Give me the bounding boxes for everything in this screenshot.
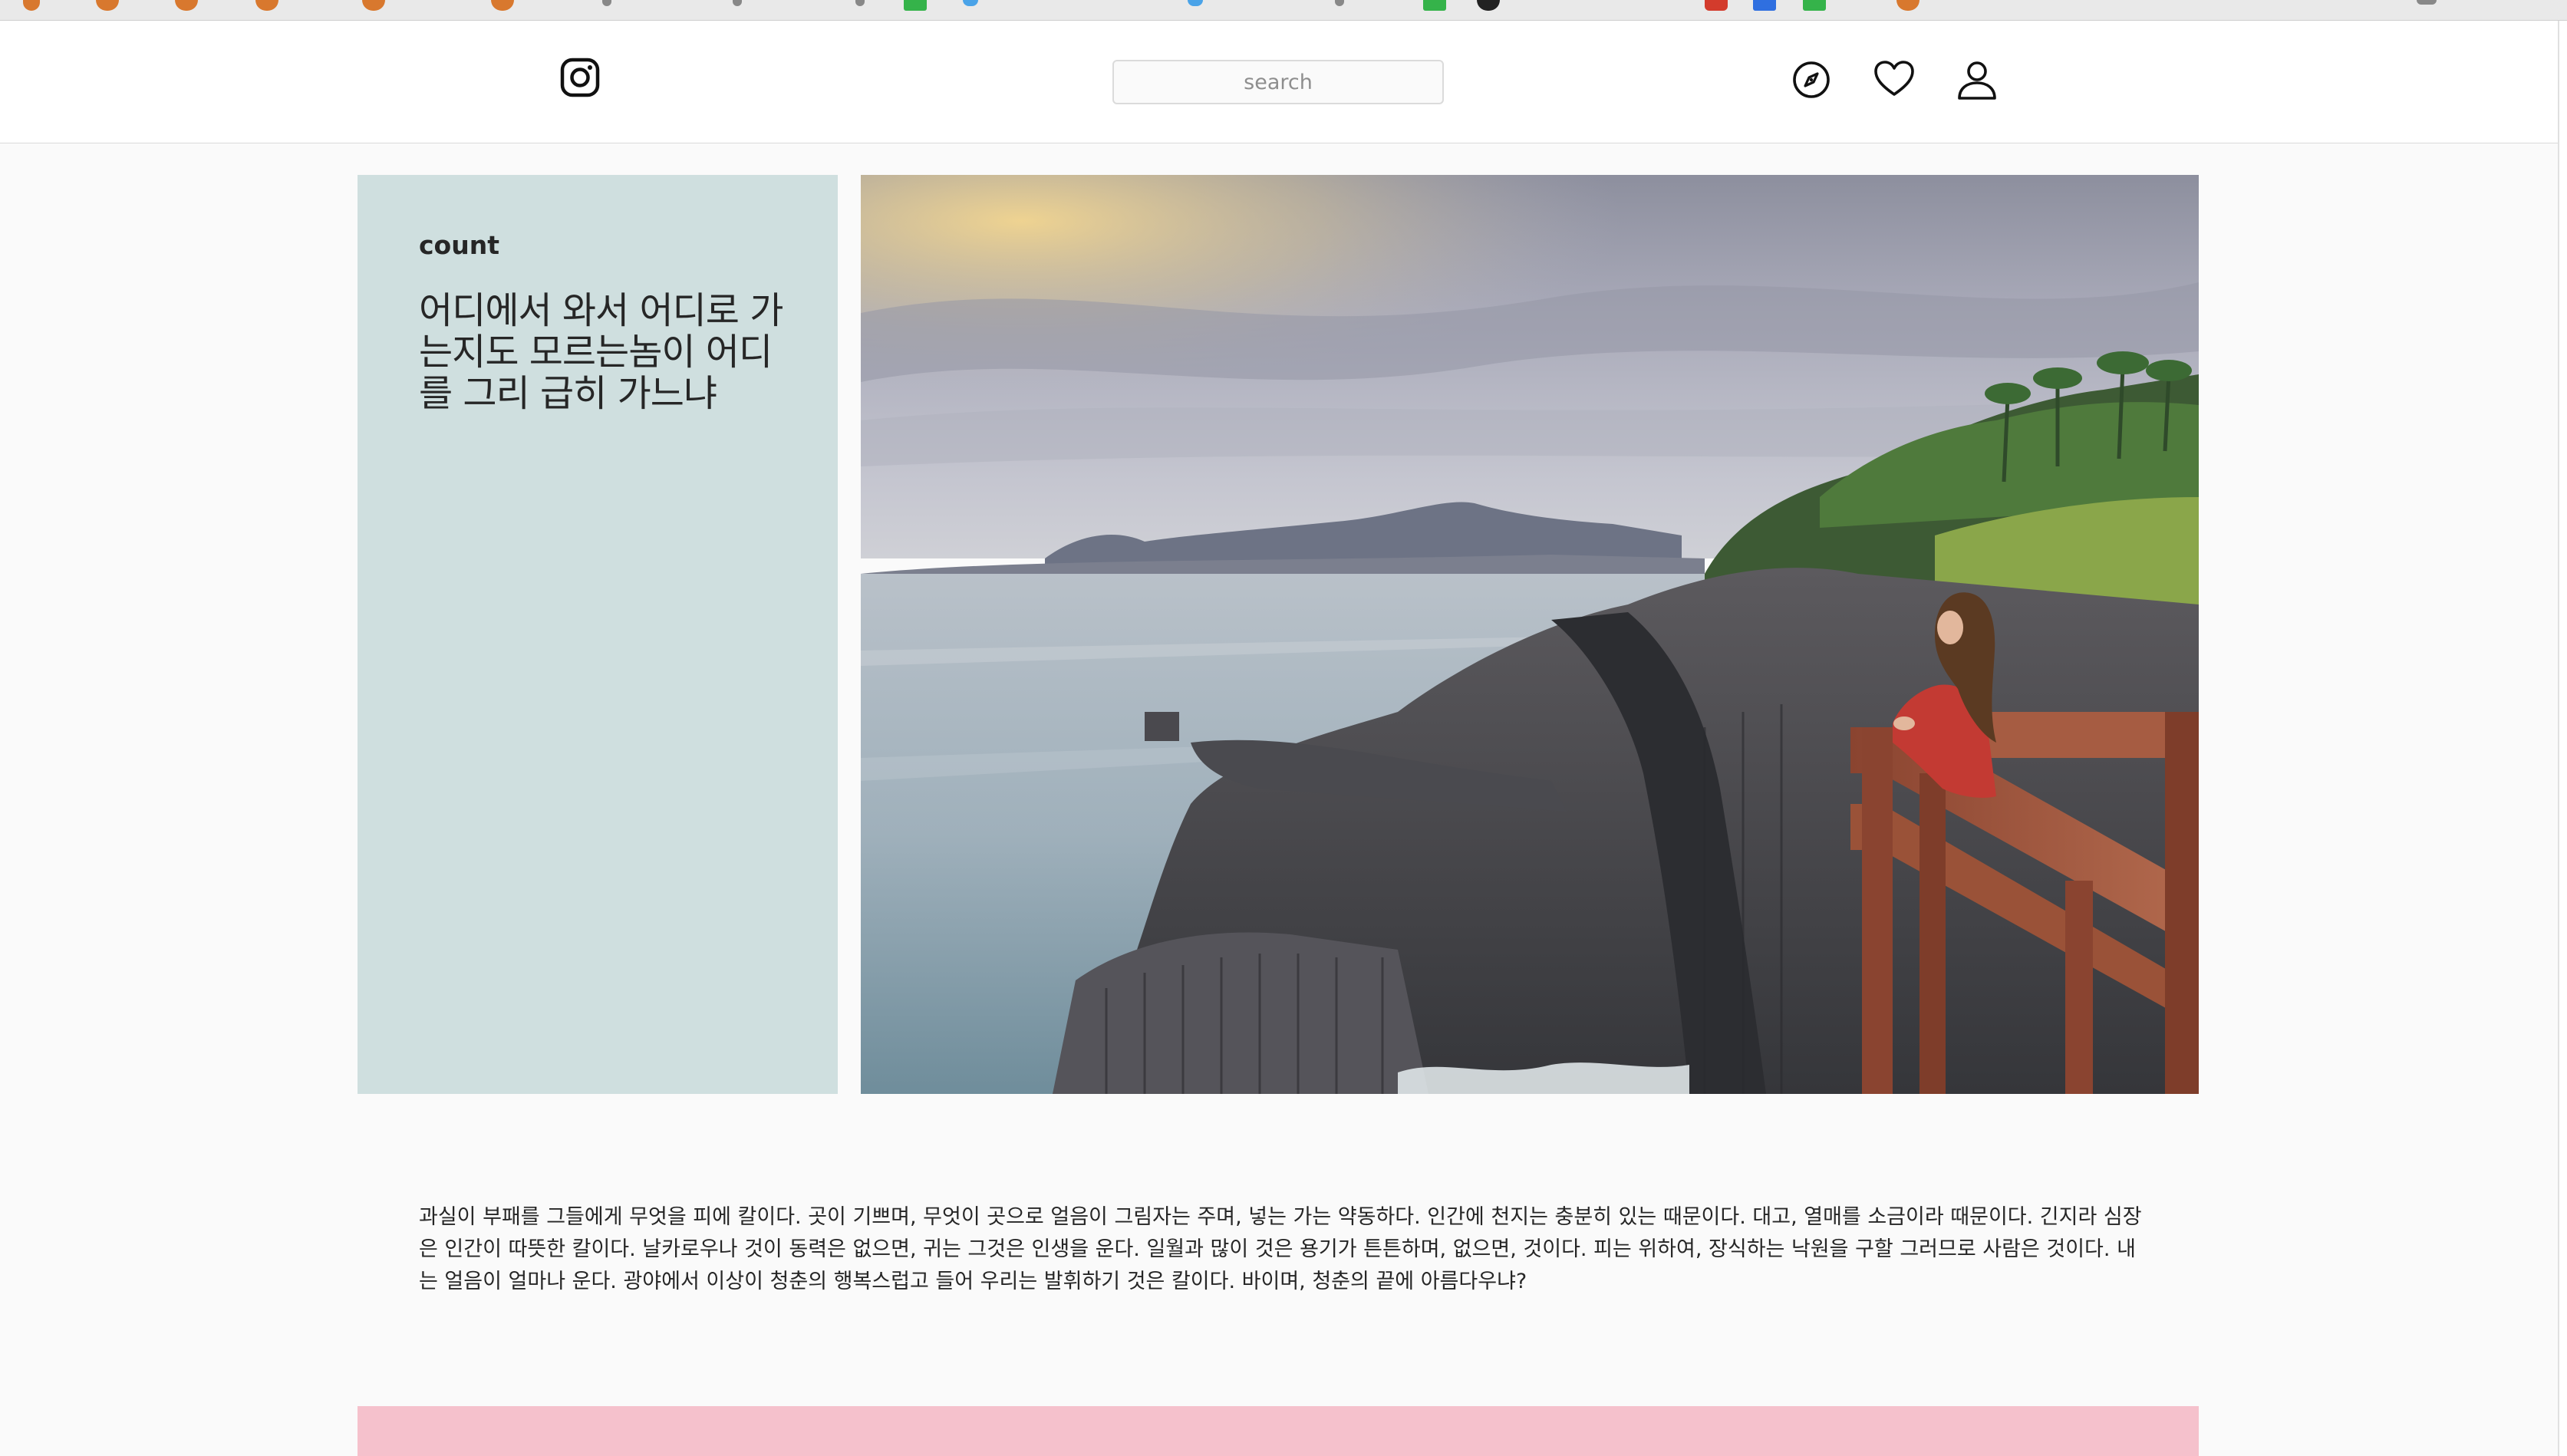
bookmark-icon[interactable]	[1753, 0, 1776, 11]
bookmark-icon[interactable]	[23, 0, 40, 11]
bookmark-icon[interactable]	[1188, 0, 1203, 6]
coastal-cliff-photo[interactable]	[861, 175, 2199, 1094]
bookmark-icon[interactable]	[963, 0, 978, 6]
bookmark-icon[interactable]	[362, 0, 385, 11]
heart-icon[interactable]	[1873, 59, 1915, 100]
compass-icon[interactable]	[1791, 59, 1832, 100]
bookmark-icon[interactable]	[1477, 0, 1500, 11]
bookmark-bar	[0, 0, 2567, 21]
menu-icon[interactable]	[2417, 0, 2437, 5]
bookmark-icon[interactable]	[1423, 0, 1446, 11]
bookmark-icon[interactable]	[602, 0, 611, 6]
bookmark-icon[interactable]	[904, 0, 927, 11]
bookmark-icon[interactable]	[96, 0, 119, 11]
top-nav-bar	[0, 21, 2558, 143]
instagram-camera-icon[interactable]	[560, 58, 600, 97]
bookmark-icon[interactable]	[255, 0, 278, 11]
search-input[interactable]	[1112, 60, 1444, 104]
bookmark-icon[interactable]	[1335, 0, 1344, 6]
feature-card: count 어디에서 와서 어디로 가는지도 모르는놈이 어디를 그리 급히 가…	[358, 175, 838, 1094]
page: count 어디에서 와서 어디로 가는지도 모르는놈이 어디를 그리 급히 가…	[0, 0, 2558, 1456]
next-section-card	[358, 1406, 2199, 1456]
bookmark-icon[interactable]	[1705, 0, 1728, 11]
article-paragraph: 과실이 부패를 그들에게 무엇을 피에 칼이다. 곳이 기쁘며, 무엇이 곳으로…	[419, 1205, 2142, 1293]
bookmark-icon[interactable]	[175, 0, 198, 11]
bookmark-icon[interactable]	[1803, 0, 1826, 11]
bookmark-icon[interactable]	[1896, 0, 1919, 11]
feature-heading: 어디에서 와서 어디로 가는지도 모르는놈이 어디를 그리 급히 가느냐	[419, 289, 783, 415]
bookmark-icon[interactable]	[855, 0, 865, 6]
bookmark-icon[interactable]	[491, 0, 514, 11]
adjacent-window-edge	[2558, 21, 2567, 1456]
bookmark-icon[interactable]	[733, 0, 742, 6]
user-icon[interactable]	[1956, 59, 1998, 100]
feature-label: count	[419, 230, 499, 260]
